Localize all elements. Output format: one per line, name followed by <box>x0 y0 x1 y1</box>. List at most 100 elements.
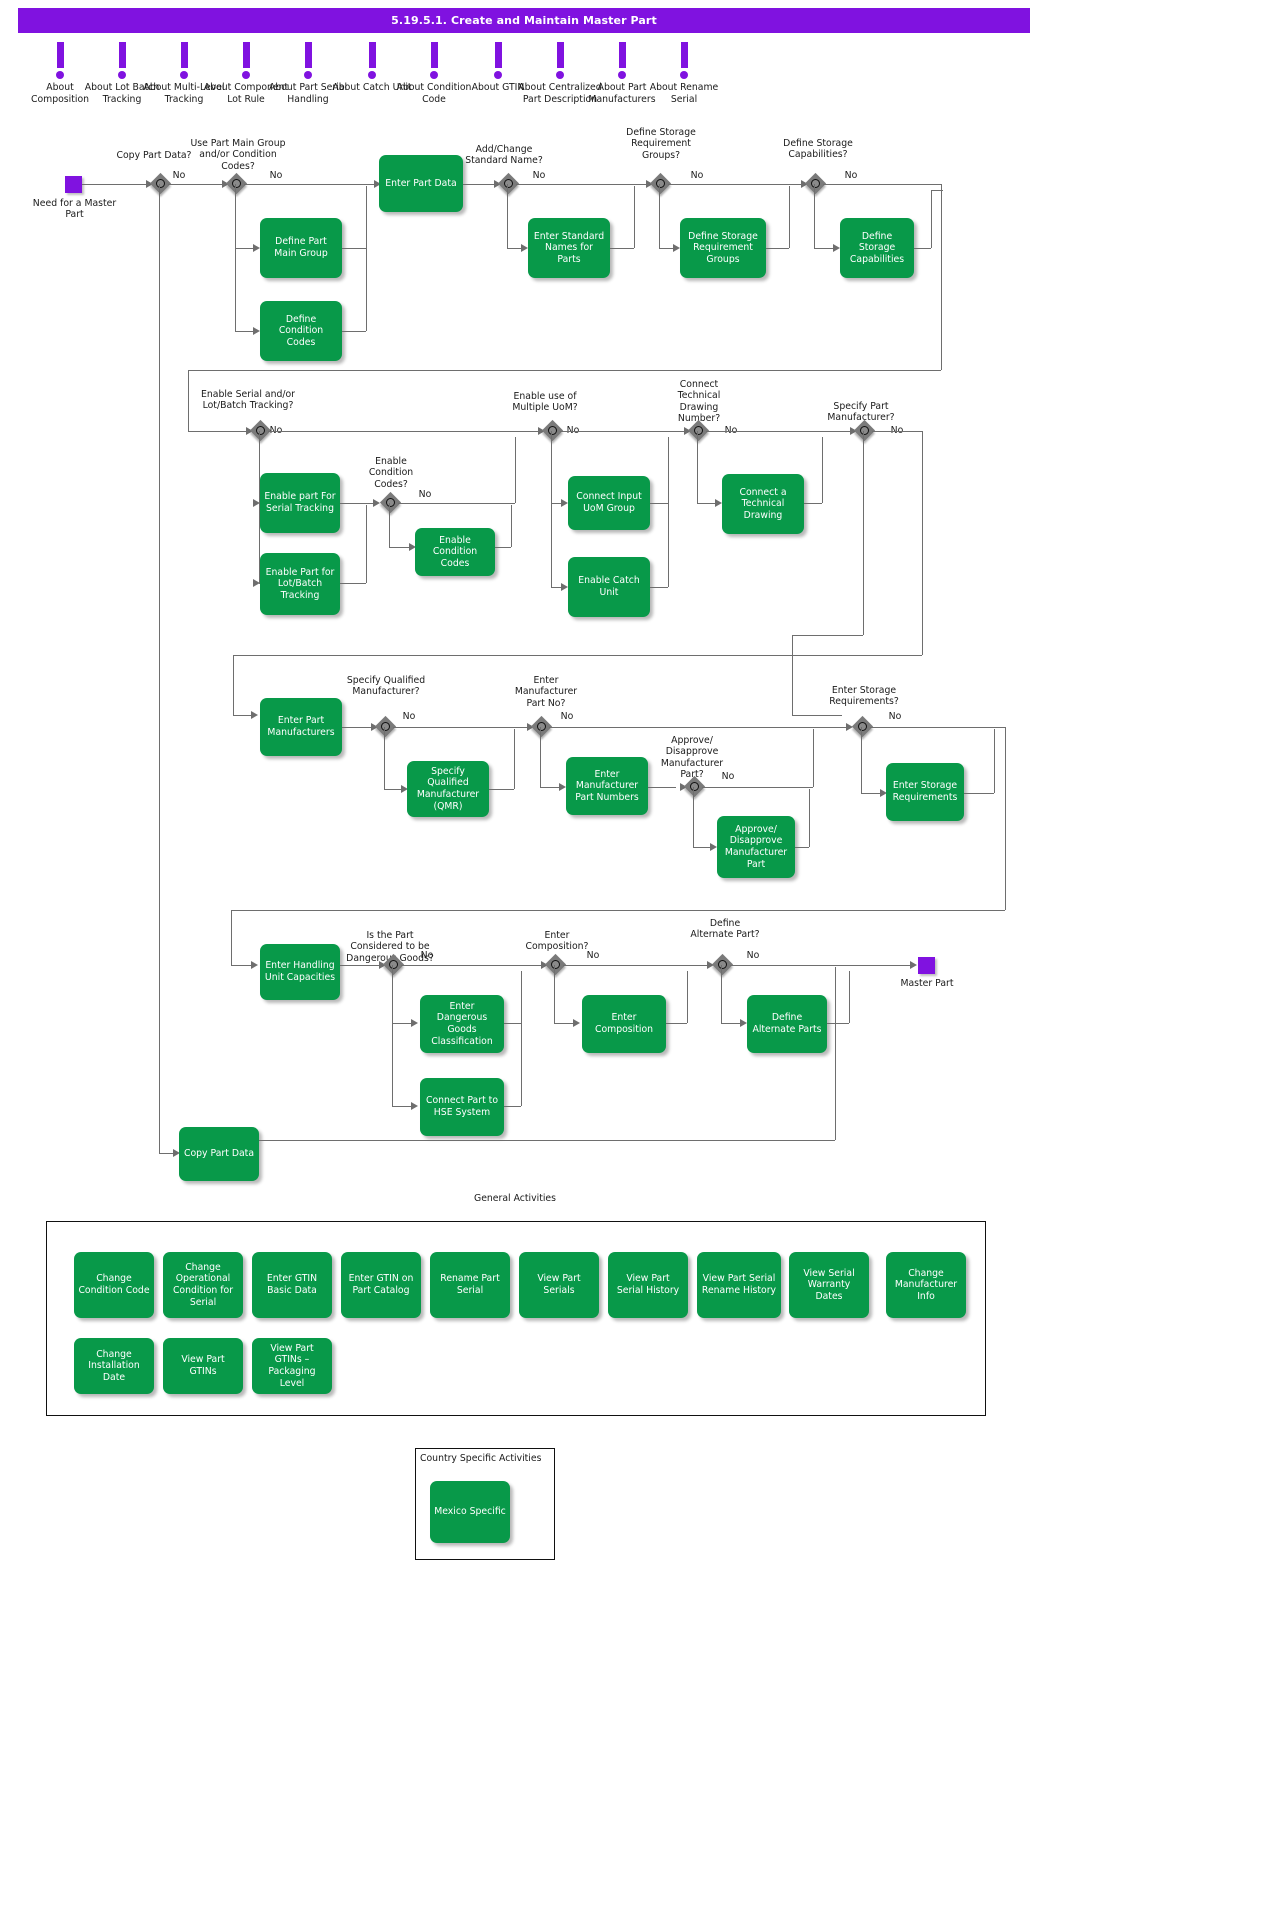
activity-approve-disapprove-manufacturer-part[interactable]: Approve/ Disapprove Manufacturer Part <box>717 816 795 878</box>
general-activity-rename-part-serial[interactable]: Rename Part Serial <box>430 1252 510 1318</box>
activity-enter-part-manufacturers[interactable]: Enter Part Manufacturers <box>260 698 342 756</box>
activity-label: Define Storage Requirement Groups <box>688 230 758 265</box>
general-activity-view-serial-warranty-dates[interactable]: View Serial Warranty Dates <box>789 1252 869 1318</box>
gateway-define-alternate-part[interactable] <box>711 953 735 977</box>
activity-define-part-main-group[interactable]: Define Part Main Group <box>260 218 342 278</box>
activity-copy-part-data[interactable]: Copy Part Data <box>179 1127 259 1181</box>
connector <box>870 727 1005 728</box>
connector <box>666 1023 687 1024</box>
activity-enter-dangerous-goods-classification[interactable]: Enter Dangerous Goods Classification <box>420 995 504 1053</box>
connector <box>693 787 694 847</box>
connector <box>231 965 253 966</box>
activity-enable-part-for-lot-batch-tracking[interactable]: Enable Part for Lot/Batch Tracking <box>260 553 340 615</box>
connector <box>1005 727 1006 910</box>
activity-connect-part-to-hse-system[interactable]: Connect Part to HSE System <box>420 1078 504 1136</box>
gateway-enter-manufacturer-part-no[interactable] <box>530 715 554 739</box>
gateway-specify-qualified-manufacturer[interactable] <box>374 715 398 739</box>
gateway-specify-part-manufacturer[interactable] <box>853 419 877 443</box>
country-activity-mexico-specific[interactable]: Mexico Specific <box>430 1481 510 1543</box>
activity-label: Rename Part Serial <box>440 1273 500 1296</box>
connector <box>514 729 515 789</box>
activity-define-condition-codes[interactable]: Define Condition Codes <box>260 301 342 361</box>
connector <box>504 1106 521 1107</box>
activity-enter-composition[interactable]: Enter Composition <box>582 995 666 1053</box>
branch-label-no: No <box>586 950 600 961</box>
activity-enter-storage-requirements[interactable]: Enter Storage Requirements <box>886 763 964 821</box>
connector <box>168 184 224 185</box>
gateway-connect-technical-drawing[interactable] <box>687 419 711 443</box>
connector <box>340 583 366 584</box>
about-link-label: About Rename Serial <box>649 82 719 105</box>
general-activity-view-part-gtins[interactable]: View Part GTINs <box>163 1338 243 1394</box>
activity-label: Enter Manufacturer Part Numbers <box>575 768 639 803</box>
activity-enter-manufacturer-part-numbers[interactable]: Enter Manufacturer Part Numbers <box>566 757 648 815</box>
general-activity-change-operational-condition-for-serial[interactable]: Change Operational Condition for Serial <box>163 1252 243 1318</box>
activity-enter-part-data[interactable]: Enter Part Data <box>379 155 463 212</box>
activity-define-storage-requirement-groups[interactable]: Define Storage Requirement Groups <box>680 218 766 278</box>
activity-enable-condition-codes[interactable]: Enable Condition Codes <box>415 528 495 576</box>
info-dot-icon <box>680 71 688 79</box>
gateway-enter-composition[interactable] <box>544 953 568 977</box>
connector <box>401 965 545 966</box>
gateway-circle-icon <box>389 960 398 969</box>
activity-enable-part-for-serial-tracking[interactable]: Enable part For Serial Tracking <box>260 473 340 533</box>
general-activity-view-part-serial-history[interactable]: View Part Serial History <box>608 1252 688 1318</box>
arrow-icon <box>573 1019 580 1027</box>
connector <box>706 431 854 432</box>
gateway-circle-icon <box>858 722 867 731</box>
activity-connect-a-technical-drawing[interactable]: Connect a Technical Drawing <box>722 474 804 534</box>
connector <box>159 184 160 1153</box>
connector <box>244 184 379 185</box>
gateway-add-change-standard-name[interactable] <box>497 172 521 196</box>
activity-label: Enter GTIN on Part Catalog <box>348 1273 414 1296</box>
gateway-circle-icon <box>860 426 869 435</box>
general-activity-change-manufacturer-info[interactable]: Change Manufacturer Info <box>886 1252 966 1318</box>
arrow-icon <box>253 499 260 507</box>
activity-enter-standard-names-for-parts[interactable]: Enter Standard Names for Parts <box>528 218 610 278</box>
arrow-icon <box>521 244 528 252</box>
gateway-label-add-change-standard-name: Add/Change Standard Name? <box>465 144 543 167</box>
arrow-icon <box>253 579 260 587</box>
branch-label-no: No <box>844 170 858 181</box>
start-event-label: Need for a Master Part <box>32 198 117 221</box>
activity-define-storage-capabilities[interactable]: Define Storage Capabilities <box>840 218 914 278</box>
gateway-enable-condition-codes[interactable] <box>379 491 403 515</box>
arrow-icon <box>910 961 917 969</box>
info-marker-icon <box>242 42 250 68</box>
connector <box>849 971 850 1023</box>
general-activity-enter-gtin-on-part-catalog[interactable]: Enter GTIN on Part Catalog <box>341 1252 421 1318</box>
gateway-define-storage-capabilities[interactable] <box>804 172 828 196</box>
gateway-define-storage-requirement-groups[interactable] <box>649 172 673 196</box>
about-link-rename-serial[interactable]: About Rename Serial <box>641 42 727 105</box>
activity-enable-catch-unit[interactable]: Enable Catch Unit <box>568 557 650 617</box>
gateway-use-part-main-group[interactable] <box>225 172 249 196</box>
connector <box>827 1023 849 1024</box>
branch-label-no: No <box>560 711 574 722</box>
branch-label-no: No <box>888 711 902 722</box>
general-activity-view-part-gtins-packaging-level[interactable]: View Part GTINs – Packaging Level <box>252 1338 332 1394</box>
connector <box>233 655 234 715</box>
connector <box>235 184 236 331</box>
activity-label: Connect Part to HSE System <box>425 1095 499 1118</box>
arrow-icon <box>740 1019 747 1027</box>
arrow-icon <box>251 711 258 719</box>
activity-label: Enter Part Manufacturers <box>267 715 335 738</box>
gateway-approve-disapprove-manufacturer-part[interactable] <box>683 775 707 799</box>
connector <box>233 715 253 716</box>
general-activity-change-installation-date[interactable]: Change Installation Date <box>74 1338 154 1394</box>
connector <box>504 1023 521 1024</box>
general-activity-view-part-serial-rename-history[interactable]: View Part Serial Rename History <box>697 1252 781 1318</box>
gateway-circle-icon <box>551 960 560 969</box>
activity-specify-qualified-manufacturer-qmr[interactable]: Specify Qualified Manufacturer (QMR) <box>407 761 489 817</box>
activity-connect-input-uom-group[interactable]: Connect Input UoM Group <box>568 476 650 530</box>
general-activity-enter-gtin-basic-data[interactable]: Enter GTIN Basic Data <box>252 1252 332 1318</box>
connector <box>521 971 522 1106</box>
activity-label: View Part GTINs <box>181 1354 225 1377</box>
general-activity-change-condition-code[interactable]: Change Condition Code <box>74 1252 154 1318</box>
activity-enter-handling-unit-capacities[interactable]: Enter Handling Unit Capacities <box>260 944 340 1000</box>
activity-label: Enter Standard Names for Parts <box>533 230 605 265</box>
gateway-enter-storage-requirements[interactable] <box>851 715 875 739</box>
gateway-is-part-dangerous-goods[interactable] <box>382 953 406 977</box>
activity-define-alternate-parts[interactable]: Define Alternate Parts <box>747 995 827 1053</box>
general-activity-view-part-serials[interactable]: View Part Serials <box>519 1252 599 1318</box>
